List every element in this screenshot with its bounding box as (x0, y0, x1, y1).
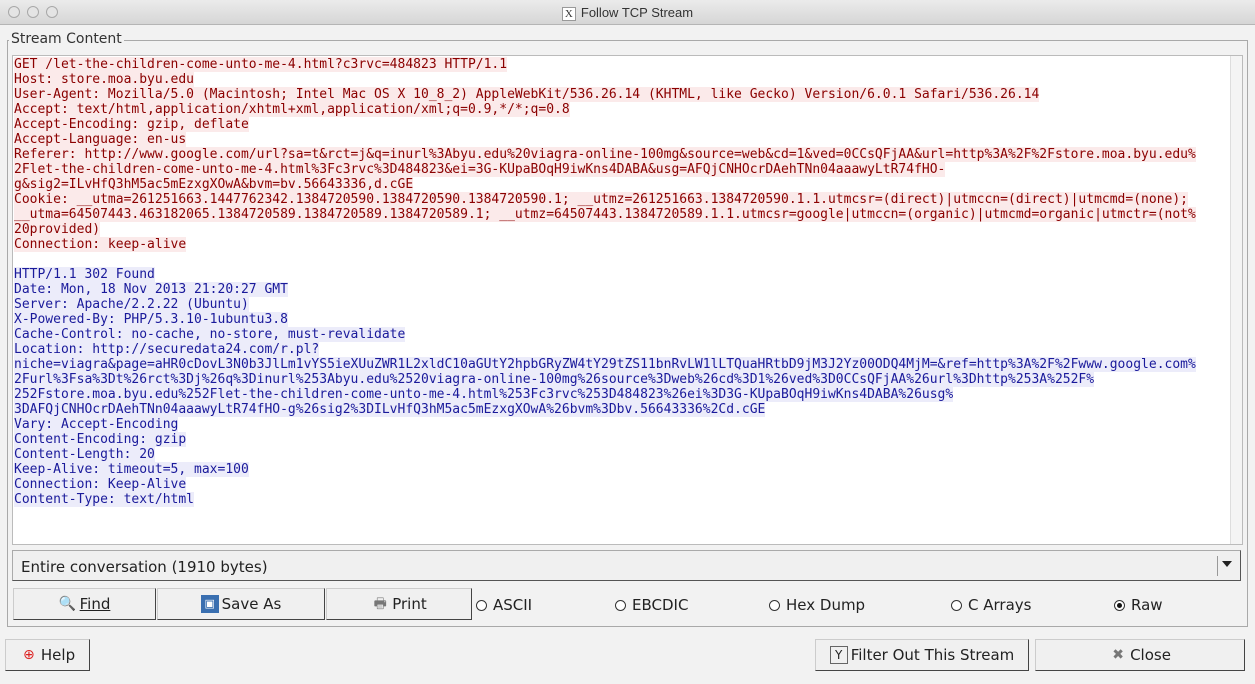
line-text: Connection: Keep-Alive (14, 477, 187, 492)
line-text: g&sig2=ILvHfQ3hM5ac5mEzxgXOwA&bvm=bv.566… (14, 177, 414, 192)
request-line: Cookie: __utma=261251663.1447762342.1384… (14, 192, 1196, 207)
radio-c-arrays[interactable]: C Arrays (951, 596, 1031, 614)
print-button[interactable]: 🖶 Print (326, 588, 472, 620)
line-text: 3DAFQjCNHOcrDAehTNn04aaawyLtR74fHO-g%26s… (14, 402, 766, 417)
response-line: Content-Type: text/html (14, 492, 1196, 507)
line-text: X-Powered-By: PHP/5.3.10-1ubuntu3.8 (14, 312, 288, 327)
line-text: niche=viagra&page=aHR0cDovL3N0b3JlLm1vYS… (14, 357, 1196, 372)
line-text: Cache-Control: no-cache, no-store, must-… (14, 327, 406, 342)
radio-circle (476, 599, 487, 611)
find-button[interactable]: 🔍 Find (13, 588, 156, 620)
response-line: Connection: Keep-Alive (14, 477, 1196, 492)
close-button[interactable]: ✖ Close (1035, 639, 1245, 671)
request-line: Accept-Encoding: gzip, deflate (14, 117, 1196, 132)
save-icon: ▣ (200, 595, 219, 613)
line-text: Date: Mon, 18 Nov 2013 21:20:27 GMT (14, 282, 288, 297)
window-title: Follow TCP Stream (580, 5, 694, 20)
response-line: 2Furl%3Fsa%3Dt%26rct%3Dj%26q%3Dinurl%253… (14, 372, 1196, 387)
radio-circle (951, 599, 962, 611)
title-bar: X Follow TCP Stream (0, 0, 1255, 25)
line-text: 20provided) (14, 222, 101, 237)
line-text: 2Furl%3Fsa%3Dt%26rct%3Dj%26q%3Dinurl%253… (14, 372, 1095, 387)
line-text: HTTP/1.1 302 Found (14, 267, 155, 282)
line-text: Cookie: __utma=261251663.1447762342.1384… (14, 192, 1188, 207)
response-line: Content-Encoding: gzip (14, 432, 1196, 447)
radio-raw[interactable]: Raw (1114, 596, 1163, 614)
line-text: Vary: Accept-Encoding (14, 417, 179, 432)
conversation-select-value: Entire conversation (1910 bytes) (21, 558, 268, 576)
lifebuoy-icon: ⊕ (23, 647, 35, 663)
line-text: Accept: text/html,application/xhtml+xml,… (14, 102, 570, 117)
line-text: 252Fstore.moa.byu.edu%252Flet-the-childr… (14, 387, 954, 402)
response-line: Cache-Control: no-cache, no-store, must-… (14, 327, 1196, 342)
line-text: Location: http://securedata24.com/r.pl? (14, 342, 320, 357)
response-line: Vary: Accept-Encoding (14, 417, 1196, 432)
request-line: User-Agent: Mozilla/5.0 (Macintosh; Inte… (14, 87, 1196, 102)
request-line: Referer: http://www.google.com/url?sa=t&… (14, 147, 1196, 162)
request-line: 2Flet-the-children-come-unto-me-4.html%3… (14, 162, 1196, 177)
line-text: 2Flet-the-children-come-unto-me-4.html%3… (14, 162, 946, 177)
response-line: 3DAFQjCNHOcrDAehTNn04aaawyLtR74fHO-g%26s… (14, 402, 1196, 417)
radio-ebcdic[interactable]: EBCDIC (615, 596, 688, 614)
vertical-scrollbar[interactable] (1230, 56, 1242, 544)
line-text: Content-Encoding: gzip (14, 432, 187, 447)
response-line: 252Fstore.moa.byu.edu%252Flet-the-childr… (14, 387, 1196, 402)
response-line: Content-Length: 20 (14, 447, 1196, 462)
request-line: Host: store.moa.byu.edu (14, 72, 1196, 87)
conversation-select[interactable]: Entire conversation (1910 bytes) (12, 550, 1241, 581)
request-line: g&sig2=ILvHfQ3hM5ac5mEzxgXOwA&bvm=bv.566… (14, 177, 1196, 192)
line-text: Connection: keep-alive (14, 237, 187, 252)
response-line: X-Powered-By: PHP/5.3.10-1ubuntu3.8 (14, 312, 1196, 327)
response-line: Keep-Alive: timeout=5, max=100 (14, 462, 1196, 477)
line-text: Referer: http://www.google.com/url?sa=t&… (14, 147, 1196, 162)
request-line: Accept-Language: en-us (14, 132, 1196, 147)
line-text: Server: Apache/2.2.22 (Ubuntu) (14, 297, 249, 312)
radio-ascii[interactable]: ASCII (476, 596, 532, 614)
help-button[interactable]: ⊕ Help (5, 639, 90, 671)
line-text: __utma=64507443.463182065.1384720589.138… (14, 207, 1196, 222)
request-line: GET /let-the-children-come-unto-me-4.htm… (14, 57, 1196, 72)
request-line: Connection: keep-alive (14, 237, 1196, 252)
chevron-down-icon (1222, 561, 1232, 567)
request-line: 20provided) (14, 222, 1196, 237)
radio-circle (769, 599, 780, 611)
stream-content-label: Stream Content (9, 31, 124, 47)
close-icon: ✖ (1112, 647, 1124, 663)
line-text: User-Agent: Mozilla/5.0 (Macintosh; Inte… (14, 87, 1040, 102)
line-text: Accept-Language: en-us (14, 132, 187, 147)
filter-icon: Y (829, 646, 848, 664)
line-text: Content-Type: text/html (14, 492, 195, 507)
line-text: Host: store.moa.byu.edu (14, 72, 195, 87)
line-text: Accept-Encoding: gzip, deflate (14, 117, 249, 132)
line-text: Content-Length: 20 (14, 447, 155, 462)
response-line: Location: http://securedata24.com/r.pl? (14, 342, 1196, 357)
radio-circle-selected (1114, 599, 1125, 611)
filter-out-stream-button[interactable]: Y Filter Out This Stream (815, 639, 1029, 671)
response-line: Server: Apache/2.2.22 (Ubuntu) (14, 297, 1196, 312)
stream-text-area[interactable]: GET /let-the-children-come-unto-me-4.htm… (12, 55, 1243, 545)
response-line: HTTP/1.1 302 Found (14, 267, 1196, 282)
request-line: __utma=64507443.463182065.1384720589.138… (14, 207, 1196, 222)
response-line: niche=viagra&page=aHR0cDovL3N0b3JlLm1vYS… (14, 357, 1196, 372)
line-text: GET /let-the-children-come-unto-me-4.htm… (14, 57, 508, 72)
request-line: Accept: text/html,application/xhtml+xml,… (14, 102, 1196, 117)
radio-circle (615, 599, 626, 611)
search-icon: 🔍 (58, 596, 77, 612)
printer-icon: 🖶 (373, 596, 387, 612)
line-text: Keep-Alive: timeout=5, max=100 (14, 462, 249, 477)
radio-hex-dump[interactable]: Hex Dump (769, 596, 865, 614)
save-as-button[interactable]: ▣ Save As (157, 588, 325, 620)
response-line: Date: Mon, 18 Nov 2013 21:20:27 GMT (14, 282, 1196, 297)
x11-icon: X (561, 7, 576, 21)
